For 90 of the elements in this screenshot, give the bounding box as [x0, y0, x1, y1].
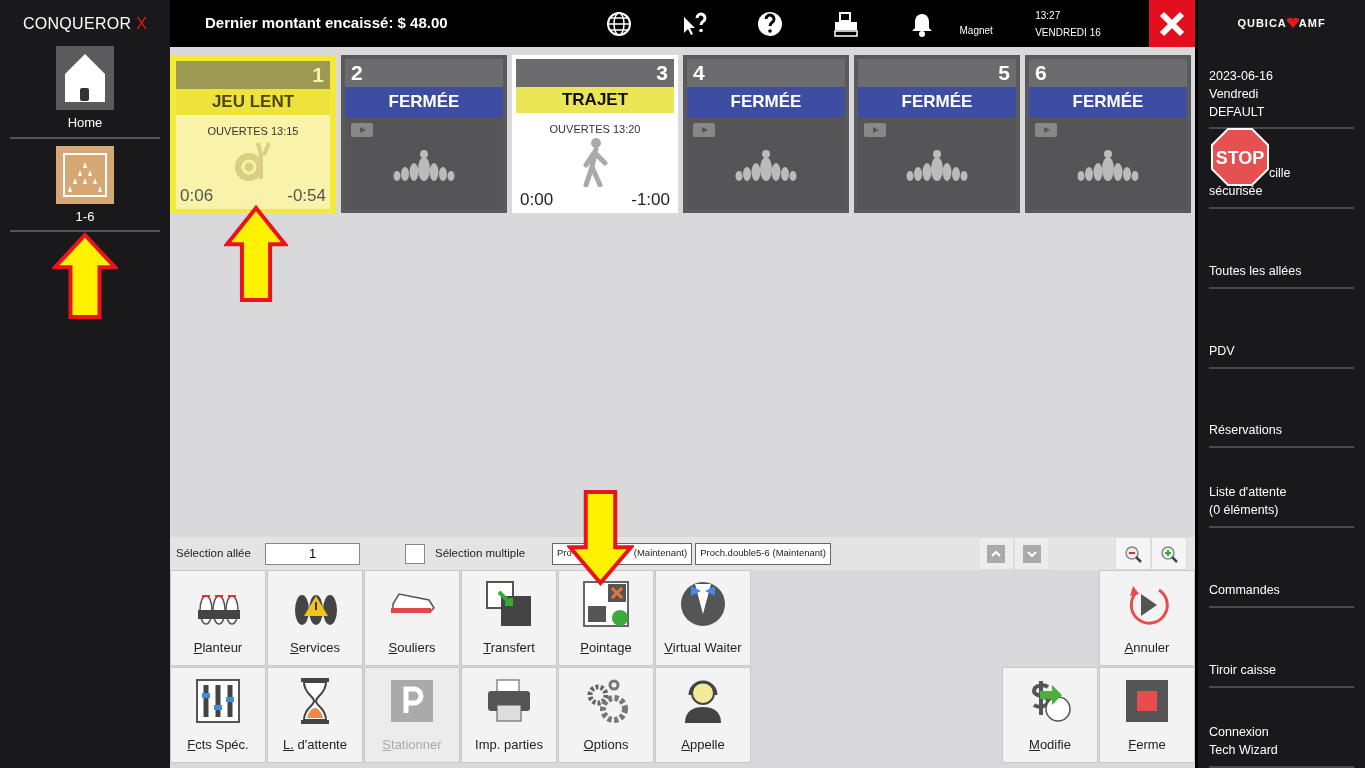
zoom-out-button[interactable]	[1115, 537, 1151, 570]
zoom-out-icon	[1123, 543, 1143, 564]
waiter-icon	[679, 579, 727, 628]
multiple-selection-label: Sélection multiple	[435, 545, 527, 561]
action-button[interactable]: Appelle	[655, 667, 751, 763]
action-button[interactable]: Pointage	[558, 570, 654, 666]
walking-person-icon	[580, 137, 610, 187]
sidebar-menu-item[interactable]: Réservations	[1209, 421, 1282, 440]
help-icon[interactable]	[757, 10, 784, 37]
chevron-down-icon	[1023, 544, 1041, 563]
info-text: DEFAULT	[1209, 103, 1266, 121]
lane-status: TRAJET	[516, 87, 674, 113]
close-button[interactable]	[1148, 0, 1195, 47]
info-text: Vendredi	[1209, 85, 1260, 103]
brand-logo-text: AMF	[1298, 16, 1326, 32]
lane-card[interactable]: 1 JEU LENT OUVERTES 13:15 0:06 -0:54	[170, 55, 336, 213]
lane-number: 1	[312, 62, 324, 89]
lane-opened-time: OUVERTES 13:15	[207, 123, 299, 139]
lane-status: FERMÉE	[858, 87, 1016, 117]
lane-number: 5	[998, 60, 1010, 87]
action-button[interactable]: Services	[267, 570, 363, 666]
heart-icon	[1286, 18, 1299, 29]
lane-selection-field[interactable]: 1	[265, 542, 360, 565]
lane-card[interactable]: 6 FERMÉE	[1025, 55, 1191, 213]
remaining-time: -0:54	[287, 185, 326, 207]
sidebar-menu-item[interactable]: PDV	[1209, 341, 1235, 360]
lane-number: 2	[351, 60, 363, 87]
lane-number: 3	[656, 60, 668, 87]
action-button[interactable]: Planteur	[170, 570, 266, 666]
lane-status: JEU LENT	[176, 89, 330, 115]
zoom-in-icon	[1159, 543, 1179, 564]
video-icon	[864, 123, 886, 137]
action-button[interactable]: Virtual Waiter	[655, 570, 751, 666]
action-button[interactable]: Annuler	[1099, 570, 1195, 666]
sidebar-item[interactable]: Home	[10, 46, 160, 139]
sidebar-menu-item[interactable]: Connexion Tech Wizard	[1209, 723, 1278, 760]
action-button[interactable]: Fcts Spéc.	[170, 667, 266, 763]
video-icon	[693, 123, 715, 137]
lane-number: 6	[1035, 60, 1047, 87]
action-button[interactable]: Ferme	[1099, 667, 1195, 763]
action-button[interactable]: Imp. parties	[461, 667, 557, 763]
sidebar-menu-item[interactable]: Toutes les allées	[1209, 261, 1302, 280]
elapsed-time: 0:00	[520, 189, 554, 211]
info-text: 2023-06-16	[1209, 67, 1274, 85]
lane-card[interactable]: 4 FERMÉE	[683, 55, 849, 213]
sidebar-menu-item[interactable]: Tiroir caisse	[1209, 661, 1276, 680]
lane-status: FERMÉE	[687, 87, 845, 117]
lane-status: FERMÉE	[1029, 87, 1187, 117]
action-button[interactable]: Transfert	[461, 570, 557, 666]
multiple-selection-checkbox[interactable]	[405, 543, 425, 564]
action-button[interactable]: Souliers	[364, 570, 460, 666]
lane-selection-label: Sélection allée	[176, 545, 252, 561]
clock-day: VENDREDI 16	[1035, 23, 1149, 41]
lane-status: FERMÉE	[345, 87, 503, 117]
video-icon	[1035, 123, 1057, 137]
lane-number: 4	[693, 60, 705, 87]
sidebar-menu-item[interactable]: Liste d'attente (0 éléments)	[1209, 483, 1287, 520]
pointer-help-icon[interactable]	[681, 10, 708, 37]
score-sheet-icon	[582, 579, 630, 628]
last-amount-text: Dernier montant encaissé: $ 48.00	[205, 13, 449, 34]
close-icon	[1157, 9, 1186, 38]
brand-logo: CONQUEROR X	[22, 14, 148, 34]
sidebar-menu-item[interactable]: Commandes	[1209, 581, 1280, 600]
shoes-icon	[388, 591, 436, 616]
sidebar-item[interactable]: 1-6	[10, 145, 160, 232]
sidebar-menu-item[interactable]: cille	[1269, 163, 1291, 182]
brand-logo-text: QUBICA	[1237, 16, 1287, 32]
action-button[interactable]: Modifie	[1002, 667, 1098, 763]
video-icon	[351, 123, 373, 137]
remaining-time: -1:00	[631, 189, 670, 211]
user-name: Magnet	[959, 24, 994, 38]
action-button[interactable]: L. d'attente	[267, 667, 363, 763]
stop-sign: STOP	[1211, 128, 1269, 186]
transfer-icon	[485, 579, 533, 628]
chevron-up-icon	[987, 544, 1005, 563]
cash-register-icon[interactable]	[833, 10, 860, 37]
lane-opened-time: OUVERTES 13:20	[549, 121, 641, 137]
sliders-icon	[194, 676, 242, 725]
bowling-lane-icon	[56, 145, 114, 204]
printer-icon	[485, 676, 533, 725]
clock-time: 13:27	[1035, 8, 1062, 23]
house-icon	[56, 46, 114, 110]
lane-card[interactable]: 2 FERMÉE	[341, 55, 507, 213]
next-double-button[interactable]: Proch.double5-6 (Maintenant)	[695, 542, 831, 565]
action-button[interactable]: Options	[558, 667, 654, 763]
globe-icon[interactable]	[606, 10, 633, 37]
lane-card[interactable]: 5 FERMÉE	[854, 55, 1020, 213]
zoom-in-button[interactable]	[1151, 537, 1187, 570]
elapsed-time: 0:06	[180, 185, 214, 207]
lane-card[interactable]: 3 TRAJET OUVERTES 13:20 0:00 -1:00	[512, 55, 678, 213]
